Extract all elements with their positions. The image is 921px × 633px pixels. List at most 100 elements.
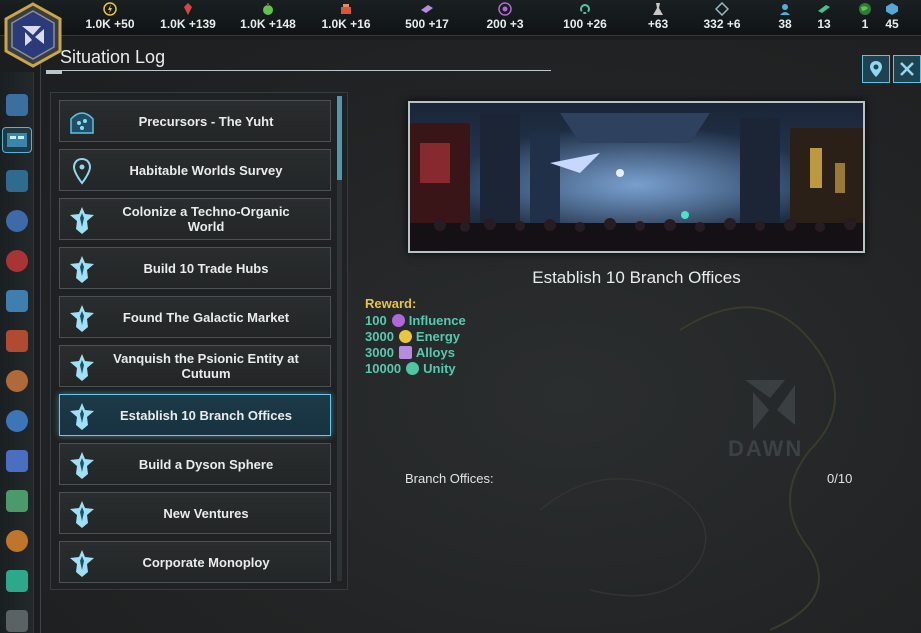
planet-icon[interactable]: [6, 210, 28, 232]
unity-icon: [578, 2, 592, 16]
reward-alloys: 3000 Alloys: [365, 344, 455, 360]
star-pin-icon: [70, 207, 94, 234]
government-icon[interactable]: [6, 490, 28, 512]
situation-label: Found The Galactic Market: [122, 309, 290, 325]
situation-item-galactic-market[interactable]: Found The Galactic Market: [59, 296, 331, 338]
policies-icon[interactable]: [6, 330, 28, 352]
situation-item-corporate-monopoly[interactable]: Corporate Monoploy: [59, 541, 331, 583]
situation-log-icon[interactable]: [2, 127, 32, 153]
situation-item-trade-hubs[interactable]: Build 10 Trade Hubs: [59, 247, 331, 289]
resource-value: 100 +26: [563, 17, 607, 31]
close-button[interactable]: [893, 55, 921, 83]
ships-icon[interactable]: [6, 450, 28, 472]
reward-amount: 3000: [365, 344, 394, 360]
situation-illustration: [408, 101, 865, 253]
situation-item-dyson-sphere[interactable]: Build a Dyson Sphere: [59, 443, 331, 485]
empire-emblem[interactable]: [3, 2, 63, 68]
situation-label: Establish 10 Branch Offices: [120, 407, 292, 423]
situation-item-new-ventures[interactable]: New Ventures: [59, 492, 331, 534]
edicts-icon[interactable]: [6, 570, 28, 592]
star-pin-icon: [70, 403, 94, 430]
star-pin-icon: [70, 501, 94, 528]
reward-influence: 100 Influence: [365, 312, 466, 328]
progress-label: Branch Offices:: [405, 471, 494, 486]
situation-label: Precursors - The Yuht: [138, 113, 274, 129]
market-icon[interactable]: [6, 530, 28, 552]
resource-consumer-goods[interactable]: 1.0K +16: [306, 2, 386, 34]
star-pin-icon: [70, 256, 94, 283]
reward-amount: 10000: [365, 360, 402, 376]
reward-amount: 3000: [365, 328, 394, 344]
unity-icon: [406, 361, 420, 375]
situation-label: Corporate Monoploy: [142, 554, 270, 570]
settings-icon[interactable]: [6, 610, 28, 632]
resource-minerals[interactable]: 1.0K +139: [148, 2, 228, 34]
species-icon[interactable]: [6, 370, 28, 392]
alloys-icon: [398, 345, 412, 359]
resource-systems[interactable]: 45: [864, 2, 920, 34]
situation-label: Habitable Worlds Survey: [129, 162, 283, 178]
reward-energy: 3000 Energy: [365, 328, 460, 344]
progress-value: 0/10: [827, 471, 853, 486]
reward-name: Influence: [408, 312, 466, 328]
watermark-text: DAWN: [728, 436, 804, 461]
fleet-icon[interactable]: [6, 170, 28, 192]
situation-item-psionic-entity[interactable]: Vanquish the Psionic Entity at Cutuum: [59, 345, 331, 387]
situation-detail-title: Establish 10 Branch Offices: [532, 268, 741, 287]
situation-label: Build a Dyson Sphere: [138, 456, 274, 472]
situation-label: Vanquish the Psionic Entity at Cutuum: [113, 351, 299, 381]
close-icon: [900, 62, 914, 76]
resource-energy[interactable]: 1.0K +50: [70, 2, 150, 34]
precursor-icon: [70, 112, 94, 134]
situation-item-colonize[interactable]: Colonize a Techno-Organic World: [59, 198, 331, 240]
naval-capacity-icon: [714, 1, 730, 17]
star-pin-icon: [70, 354, 94, 381]
reward-label: Reward:: [365, 296, 417, 311]
resource-food[interactable]: 1.0K +148: [228, 2, 308, 34]
influence-icon: [391, 313, 405, 327]
situation-item-branch-offices[interactable]: Establish 10 Branch Offices: [59, 394, 331, 436]
resource-value: 500 +17: [405, 17, 449, 31]
map-pin-icon: [72, 157, 92, 185]
technology-icon[interactable]: [6, 290, 28, 312]
resource-value: 45: [885, 17, 899, 31]
locate-button[interactable]: [862, 55, 890, 83]
situation-label: New Ventures: [163, 505, 249, 521]
reward-name: Unity: [423, 360, 456, 376]
list-scrollbar-thumb[interactable]: [337, 96, 342, 180]
map-pin-icon: [870, 61, 882, 77]
situation-label: Build 10 Trade Hubs: [143, 260, 269, 276]
ship-icon[interactable]: [6, 94, 28, 116]
resource-influence[interactable]: 200 +3: [465, 2, 545, 34]
reward-amount: 100: [365, 312, 387, 328]
reward-name: Alloys: [415, 344, 455, 360]
situation-item-precursors[interactable]: Precursors - The Yuht: [59, 100, 331, 142]
situation-label: Colonize a Techno-Organic World: [122, 204, 290, 234]
star-pin-icon: [70, 305, 94, 332]
resource-value: 1.0K +50: [85, 17, 135, 31]
minerals-icon: [181, 2, 195, 16]
resource-bar: 1.0K +50 1.0K +139 1.0K +148 1.0K +16 50…: [0, 0, 921, 36]
title-divider: [46, 70, 551, 71]
traditions-icon[interactable]: [6, 410, 28, 432]
reward-unity: 10000 Unity: [365, 360, 456, 376]
left-sidebar: [0, 72, 34, 633]
resource-value: 1.0K +139: [160, 17, 216, 31]
alloys-icon: [420, 2, 434, 16]
resource-value: 200 +3: [486, 17, 524, 31]
energy-icon: [103, 2, 117, 16]
reward-name: Energy: [415, 328, 460, 344]
food-icon: [261, 2, 275, 16]
title-divider-tick: [46, 70, 62, 74]
resource-alloys[interactable]: 500 +17: [387, 2, 467, 34]
resource-value: 1.0K +148: [240, 17, 296, 31]
systems-icon: [885, 2, 899, 16]
star-pin-icon: [70, 452, 94, 479]
panel-title: Situation Log: [60, 47, 166, 67]
contacts-icon[interactable]: [6, 250, 28, 272]
situation-item-habitable-worlds[interactable]: Habitable Worlds Survey: [59, 149, 331, 191]
resource-unity[interactable]: 100 +26: [545, 2, 625, 34]
energy-icon: [398, 329, 412, 343]
star-pin-icon: [70, 550, 94, 577]
resource-value: 1.0K +16: [321, 17, 371, 31]
